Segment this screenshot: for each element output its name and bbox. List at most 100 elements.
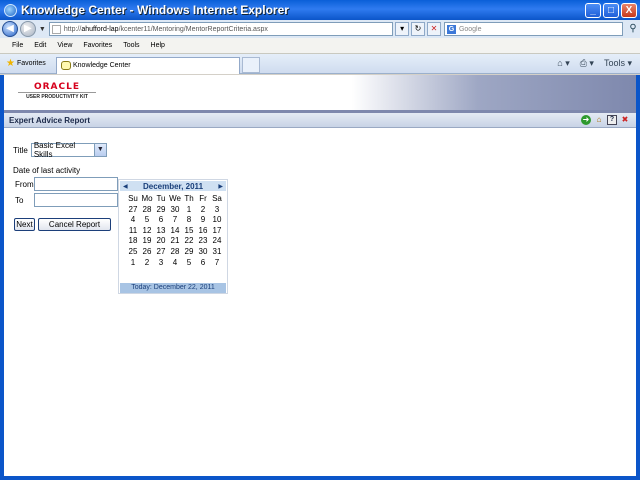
calendar-day[interactable]: 4 bbox=[126, 215, 140, 226]
to-date-input[interactable] bbox=[34, 193, 118, 207]
calendar-day[interactable]: 13 bbox=[154, 226, 168, 237]
weekday-label: We bbox=[169, 194, 181, 203]
calendar-day[interactable]: 3 bbox=[210, 205, 224, 216]
exit-icon[interactable]: ✖ bbox=[620, 115, 630, 125]
maximize-button[interactable]: □ bbox=[603, 2, 619, 18]
title-select[interactable]: Basic Excel Skills ▼ bbox=[30, 141, 107, 159]
search-icon[interactable]: ⚲ bbox=[626, 22, 640, 36]
title-select-value: Basic Excel Skills bbox=[33, 141, 76, 159]
calendar-day[interactable]: 27 bbox=[154, 247, 168, 258]
favorites-button[interactable]: ★ Favorites bbox=[0, 58, 56, 69]
calendar-week: 27 28 29 30 1 2 3 bbox=[126, 205, 224, 216]
url-input[interactable]: http://ahufford-lap/kcenter11/Mentoring/… bbox=[48, 22, 394, 36]
home-icon[interactable]: ⌂ ▾ bbox=[557, 58, 569, 69]
from-date-input[interactable] bbox=[34, 177, 118, 191]
search-input[interactable]: G Google bbox=[443, 22, 624, 36]
calendar-day[interactable]: 28 bbox=[140, 205, 154, 216]
calendar-day[interactable]: 23 bbox=[196, 236, 210, 247]
calendar-day[interactable]: 31 bbox=[210, 247, 224, 258]
calendar-day[interactable]: 10 bbox=[210, 215, 224, 226]
calendar-day[interactable]: 28 bbox=[168, 247, 182, 258]
calendar-day[interactable]: 14 bbox=[168, 226, 182, 237]
stop-button[interactable]: ✕ bbox=[427, 22, 441, 36]
minimize-button[interactable]: _ bbox=[585, 2, 601, 18]
calendar-day[interactable]: 25 bbox=[126, 247, 140, 258]
help-icon[interactable]: ? bbox=[607, 115, 617, 125]
back-button[interactable]: ◀ bbox=[2, 21, 18, 37]
calendar-header: ◀ December, 2011 ▶ bbox=[120, 181, 226, 191]
menu-edit[interactable]: Edit bbox=[34, 42, 46, 49]
window-controls: _ □ X bbox=[585, 2, 637, 18]
next-month-icon[interactable]: ▶ bbox=[218, 183, 223, 190]
close-button[interactable]: X bbox=[621, 2, 637, 18]
page-title: Expert Advice Report bbox=[9, 115, 91, 125]
window-title: Knowledge Center - Windows Internet Expl… bbox=[21, 3, 289, 17]
tools-label: Tools bbox=[603, 58, 625, 68]
menu-favorites[interactable]: Favorites bbox=[83, 42, 112, 49]
calendar-day[interactable]: 17 bbox=[210, 226, 224, 237]
page-icon bbox=[51, 24, 61, 34]
calendar-month: December, 2011 bbox=[142, 181, 204, 191]
calendar-day[interactable]: 30 bbox=[168, 205, 182, 216]
calendar-day[interactable]: 26 bbox=[140, 247, 154, 258]
previous-month-icon[interactable]: ◀ bbox=[123, 183, 128, 190]
tab-label: Knowledge Center bbox=[73, 62, 131, 69]
menu-tools[interactable]: Tools bbox=[123, 42, 139, 49]
calendar-day[interactable]: 2 bbox=[140, 258, 154, 269]
calendar-day[interactable]: 19 bbox=[140, 236, 154, 247]
calendar-day[interactable]: 7 bbox=[210, 258, 224, 269]
history-dropdown-icon[interactable]: ▼ bbox=[39, 26, 46, 33]
tools-menu[interactable]: Tools ▾ bbox=[604, 58, 632, 69]
tab-bar: ★ Favorites Knowledge Center ⌂ ▾ ⎙ ▾ Too… bbox=[0, 54, 640, 74]
calendar-week: 18 19 20 21 22 23 24 bbox=[126, 236, 224, 247]
go-icon[interactable]: ➜ bbox=[581, 115, 591, 125]
calendar-day[interactable]: 15 bbox=[182, 226, 196, 237]
calendar-day[interactable]: 29 bbox=[154, 205, 168, 216]
home-icon[interactable]: ⌂ bbox=[594, 115, 604, 125]
print-icon[interactable]: ⎙ ▾ bbox=[580, 58, 594, 69]
calendar-day[interactable]: 24 bbox=[210, 236, 224, 247]
calendar-day[interactable]: 21 bbox=[168, 236, 182, 247]
to-label: To bbox=[15, 196, 24, 205]
calendar-day[interactable]: 6 bbox=[154, 215, 168, 226]
weekday-label: Tu bbox=[156, 194, 166, 203]
refresh-button[interactable]: ↻ bbox=[411, 22, 425, 36]
date-of-last-activity-label: Date of last activity bbox=[13, 166, 81, 175]
tab-knowledge-center[interactable]: Knowledge Center bbox=[56, 56, 240, 74]
calendar-day[interactable]: 27 bbox=[126, 205, 140, 216]
logo-text: ORACLE bbox=[18, 82, 96, 93]
calendar-day[interactable]: 3 bbox=[154, 258, 168, 269]
calendar-day[interactable]: 12 bbox=[140, 226, 154, 237]
calendar-day[interactable]: 7 bbox=[168, 215, 182, 226]
calendar-day[interactable]: 8 bbox=[182, 215, 196, 226]
calendar-day[interactable]: 6 bbox=[196, 258, 210, 269]
calendar-day[interactable]: 9 bbox=[196, 215, 210, 226]
calendar-day[interactable]: 4 bbox=[168, 258, 182, 269]
next-button[interactable]: Next bbox=[14, 218, 35, 231]
chevron-down-icon[interactable]: ▼ bbox=[93, 144, 106, 156]
calendar-today-link[interactable]: Today: December 22, 2011 bbox=[120, 283, 226, 293]
calendar-day[interactable]: 29 bbox=[182, 247, 196, 258]
calendar-day[interactable]: 5 bbox=[182, 258, 196, 269]
menu-file[interactable]: File bbox=[12, 42, 23, 49]
calendar-weekdays: Su Mo Tu We Th Fr Sa bbox=[126, 194, 224, 205]
calendar-day[interactable]: 30 bbox=[196, 247, 210, 258]
cancel-report-button[interactable]: Cancel Report bbox=[38, 218, 111, 231]
menu-view[interactable]: View bbox=[57, 42, 72, 49]
calendar-day[interactable]: 20 bbox=[154, 236, 168, 247]
calendar-day[interactable]: 1 bbox=[182, 205, 196, 216]
calendar-day[interactable]: 22 bbox=[182, 236, 196, 247]
calendar-day[interactable]: 11 bbox=[126, 226, 140, 237]
calendar-day[interactable]: 5 bbox=[140, 215, 154, 226]
menu-help[interactable]: Help bbox=[151, 42, 165, 49]
weekday-label: Th bbox=[184, 194, 194, 203]
calendar-day[interactable]: 2 bbox=[196, 205, 210, 216]
forward-button[interactable]: ▶ bbox=[19, 21, 36, 37]
calendar-day[interactable]: 1 bbox=[126, 258, 140, 269]
calendar-week: 11 12 13 14 15 16 17 bbox=[126, 226, 224, 237]
new-tab-button[interactable] bbox=[242, 56, 260, 73]
calendar-day[interactable]: 16 bbox=[196, 226, 210, 237]
calendar-day[interactable]: 18 bbox=[126, 236, 140, 247]
weekday-label: Su bbox=[128, 194, 138, 203]
url-dropdown-icon[interactable]: ▾ bbox=[395, 22, 410, 36]
